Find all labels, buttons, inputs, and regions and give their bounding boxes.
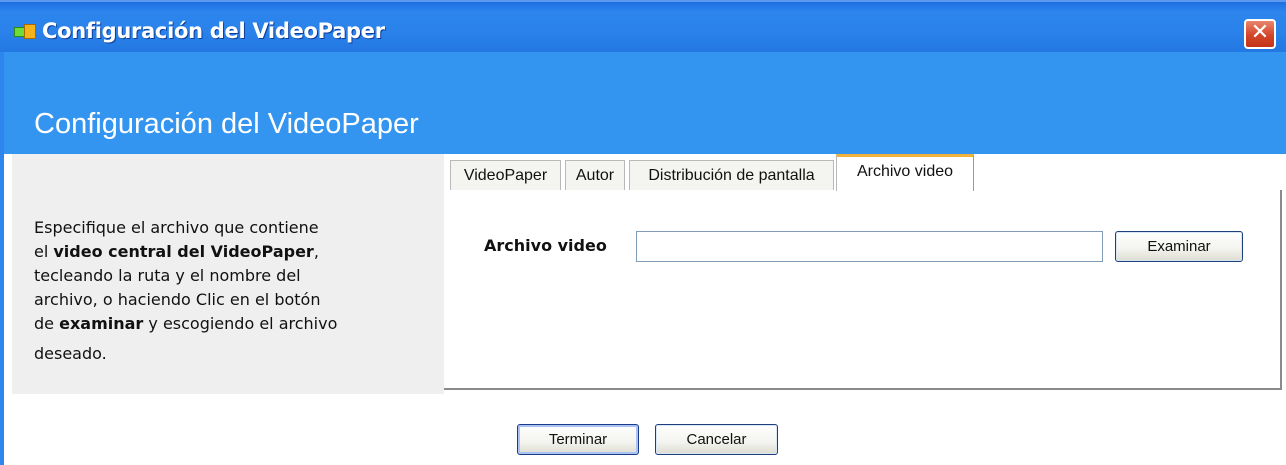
help-emphasis: examinar	[59, 314, 144, 333]
window-title: Configuración del VideoPaper	[42, 19, 385, 43]
browse-button[interactable]: Examinar	[1115, 231, 1243, 262]
close-button[interactable]: ✕	[1244, 19, 1276, 49]
file-field-label: Archivo video	[484, 236, 607, 255]
help-line: de examinar y escogiendo el archivo	[34, 314, 338, 333]
videopaper-app-icon	[14, 24, 36, 39]
tab-autor[interactable]: Autor	[565, 160, 625, 190]
tab-distribucion[interactable]: Distribución de pantalla	[629, 160, 834, 190]
help-line: Especifique el archivo que contiene	[34, 218, 319, 237]
help-line: archivo, o haciendo Clic en el botón	[34, 290, 321, 309]
dialog-window: Configuración del VideoPaper ✕ Configura…	[0, 0, 1286, 465]
finish-button[interactable]: Terminar	[517, 424, 639, 455]
help-panel: Especifique el archivo que contiene el v…	[12, 154, 444, 394]
cancel-button[interactable]: Cancelar	[655, 424, 778, 455]
help-line: tecleando la ruta y el nombre del	[34, 266, 301, 285]
help-line: deseado.	[34, 344, 107, 363]
help-emphasis: video central del VideoPaper	[53, 242, 314, 261]
tab-videopaper[interactable]: VideoPaper	[450, 160, 561, 190]
page-title: Configuración del VideoPaper	[34, 108, 419, 140]
tab-archivo-video[interactable]: Archivo video	[836, 154, 974, 191]
tab-panel	[444, 190, 1282, 390]
help-text: Especifique el archivo que contiene el v…	[34, 216, 434, 366]
title-bar[interactable]: Configuración del VideoPaper ✕	[0, 0, 1286, 52]
window-left-border	[0, 52, 4, 465]
video-file-input[interactable]	[636, 231, 1103, 262]
close-icon: ✕	[1250, 20, 1270, 45]
header-banner: Configuración del VideoPaper	[0, 52, 1286, 154]
help-line: el video central del VideoPaper,	[34, 242, 319, 261]
